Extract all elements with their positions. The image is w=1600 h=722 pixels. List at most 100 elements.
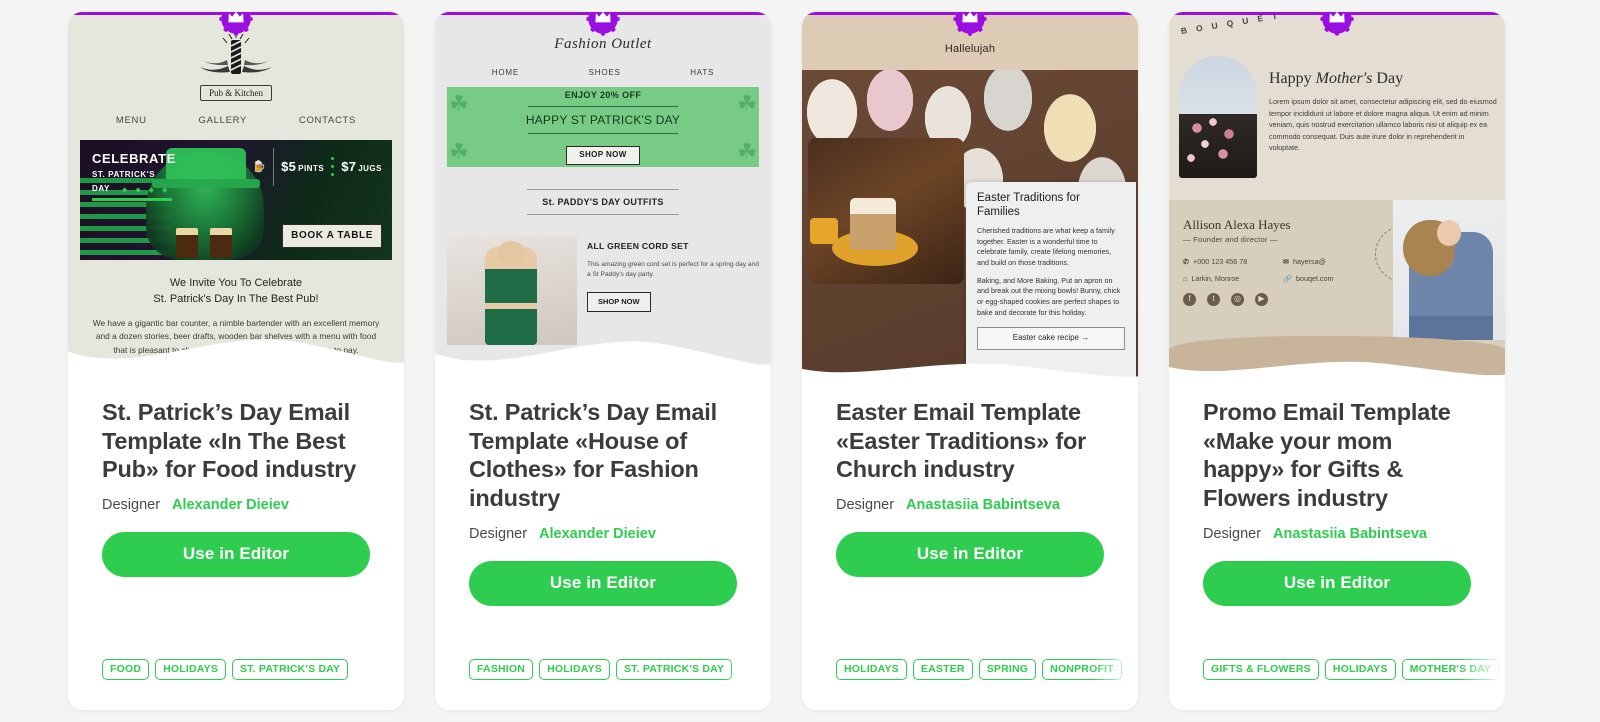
tag-chip[interactable]: ST. PATRICK'S DAY [615,659,733,680]
book-a-table-button[interactable]: BOOK A TABLE [282,224,382,248]
tag-chip[interactable]: ST. PATRICK'S DAY [232,659,349,680]
tag-chip[interactable]: FOOD [102,659,150,680]
facebook-icon[interactable]: f [1183,293,1196,306]
blossoms-shape [1179,114,1257,178]
preview-hero: CELEBRATE ST. PATRICK'S DAY ◆ ◆ ◆ ◆ 🍺 $5… [80,139,392,260]
hero-leprechaun-hat-icon [152,147,260,188]
designer-row: Designer Alexander Dieiev [469,526,737,542]
tag-chip[interactable]: GIFTS & FLOWERS [1203,659,1319,680]
headline-prefix: Happy [1269,70,1316,87]
email-preview[interactable]: B O U Q U E T Happy Mother's Day Lorem i… [1169,12,1505,380]
preview-body-paragraph: Lorem ipsum dolor sit amet, consectetur … [1269,97,1497,153]
divider [273,147,275,186]
designer-name-link[interactable]: Anastasiia Babintseva [1273,526,1427,542]
card-body: Promo Email Template «Make your mom happ… [1169,380,1505,606]
crown-icon [951,12,989,38]
banner-offer: ENJOY 20% OFF [564,89,642,100]
use-in-editor-button[interactable]: Use in Editor [836,531,1104,577]
template-card[interactable]: B O U Q U E T Happy Mother's Day Lorem i… [1169,12,1505,710]
contact-list: ✆ +000 123 456 78 ✉ hayersa@ ⌂ Larkin, Monr… [1183,257,1373,283]
link-icon: 🔗 [1283,273,1292,283]
tag-chip[interactable]: FASHION [469,659,534,680]
price-amount: $5 [281,159,297,175]
shop-now-button[interactable]: SHOP NOW [566,146,640,166]
preview-brand: B O U Q U E T [1180,12,1282,36]
tag-list: FASHION HOLIDAYS ST. PATRICK'S DAY [469,659,771,680]
use-in-editor-button[interactable]: Use in Editor [469,560,737,606]
product-block: ALL GREEN CORD SET This amazing green co… [447,235,759,346]
cake-shape [850,198,896,250]
divider [528,133,678,135]
signature-name: Allison Alexa Hayes [1183,217,1291,232]
tag-chip[interactable]: MOTHER'S DAY [1401,659,1500,680]
nav-item[interactable]: HATS [690,68,714,79]
crown-icon [217,12,255,38]
dot-divider [331,157,335,177]
designer-name-link[interactable]: Alexander Dieiev [172,497,289,513]
price-unit: JUGS [358,164,382,174]
designer-name-link[interactable]: Anastasiia Babintseva [906,497,1060,513]
contact-website-value: bouqet.com [1295,273,1334,283]
nav-item[interactable]: CONTACTS [299,115,356,128]
hero-underline [92,197,172,201]
template-title: St. Patrick’s Day Email Template «House … [469,399,717,511]
tag-chip[interactable]: EASTER [912,659,973,680]
nav-item[interactable]: GALLERY [199,115,248,128]
tumblr-icon[interactable]: t [1207,293,1220,306]
email-preview[interactable]: Fashion Outlet HOME SHOES HATS ☘ ☘ ☘ ☘ E… [435,12,771,380]
use-in-editor-button[interactable]: Use in Editor [102,531,370,577]
preview-nav[interactable]: HOME SHOES HATS [457,68,749,79]
email-preview[interactable]: Hallelujah Easter Traditions for Familie… [802,12,1138,380]
product-image [447,235,577,346]
tag-chip[interactable]: HOLIDAYS [155,659,227,680]
tag-chip[interactable]: HOLIDAYS [836,659,907,680]
model-photo [1393,200,1505,340]
email-preview[interactable]: Pub & Kitchen MENU GALLERY CONTACTS CELE… [68,12,404,380]
panel-paragraph-2: Baking, and More Baking. Put an apron on… [977,275,1121,317]
designer-label: Designer [469,525,528,542]
body-paragraph: We have a gigantic bar counter, a nimble… [92,317,380,355]
crown-icon [1318,12,1356,38]
price-unit: PINTS [298,164,325,174]
tag-list: HOLIDAYS EASTER SPRING NONPROFIT [836,659,1138,680]
designer-label: Designer [1203,525,1262,542]
template-card[interactable]: Pub & Kitchen MENU GALLERY CONTACTS CELE… [68,12,404,710]
headline-suffix: Day [1372,70,1404,87]
flower-arch-photo [1179,56,1257,178]
tag-chip[interactable]: NONPROFIT [1042,659,1122,680]
preview-nav[interactable]: MENU GALLERY CONTACTS [90,115,382,128]
designer-name-link[interactable]: Alexander Dieiev [539,526,656,542]
preview-body: We Invite You To Celebrate St. Patrick's… [90,276,382,357]
hero-dots: ◆ ◆ ◆ ◆ [122,186,171,194]
contact-email-value: hayersa@ [1293,257,1326,266]
clover-icon: ☘ [737,139,757,165]
contact-phone: ✆ +000 123 456 78 [1183,257,1273,267]
nav-item[interactable]: MENU [116,115,147,128]
use-in-editor-button[interactable]: Use in Editor [1203,560,1471,606]
contact-address-value: Larkin, Monroe [1191,273,1240,283]
product-shop-now-button[interactable]: SHOP NOW [587,292,651,313]
tag-chip[interactable]: HOLIDAYS [539,659,610,680]
nav-item[interactable]: HOME [492,68,519,79]
contact-website: 🔗 bouqet.com [1283,274,1373,284]
template-card[interactable]: Fashion Outlet HOME SHOES HATS ☘ ☘ ☘ ☘ E… [435,12,771,710]
hero-subtitle-2: DAY [92,183,110,193]
easter-cake-recipe-button[interactable]: Easter cake recipe → [977,327,1125,351]
nav-item[interactable]: SHOES [589,68,621,79]
tag-list: GIFTS & FLOWERS HOLIDAYS MOTHER'S DAY [1203,659,1505,680]
contact-email: ✉ hayersa@ [1283,257,1373,267]
mail-icon: ✉ [1283,257,1290,266]
easter-text-panel: Easter Traditions for Families Cherished… [966,182,1136,380]
preview-headline: Happy Mother's Day [1269,68,1497,90]
mug-shape [810,218,838,244]
tag-chip[interactable]: HOLIDAYS [1324,659,1396,680]
youtube-icon[interactable]: ▶ [1255,293,1268,306]
template-card[interactable]: Hallelujah Easter Traditions for Familie… [802,12,1138,710]
beer-glyph-icon: 🍺 [252,160,267,173]
social-links[interactable]: f t ◎ ▶ [1183,293,1268,306]
designer-row: Designer Anastasiia Babintseva [1203,526,1471,542]
clover-icon: ☘ [737,91,757,117]
tag-chip[interactable]: SPRING [978,659,1037,680]
contact-address: ⌂ Larkin, Monroe [1183,274,1273,284]
instagram-icon[interactable]: ◎ [1231,293,1244,306]
